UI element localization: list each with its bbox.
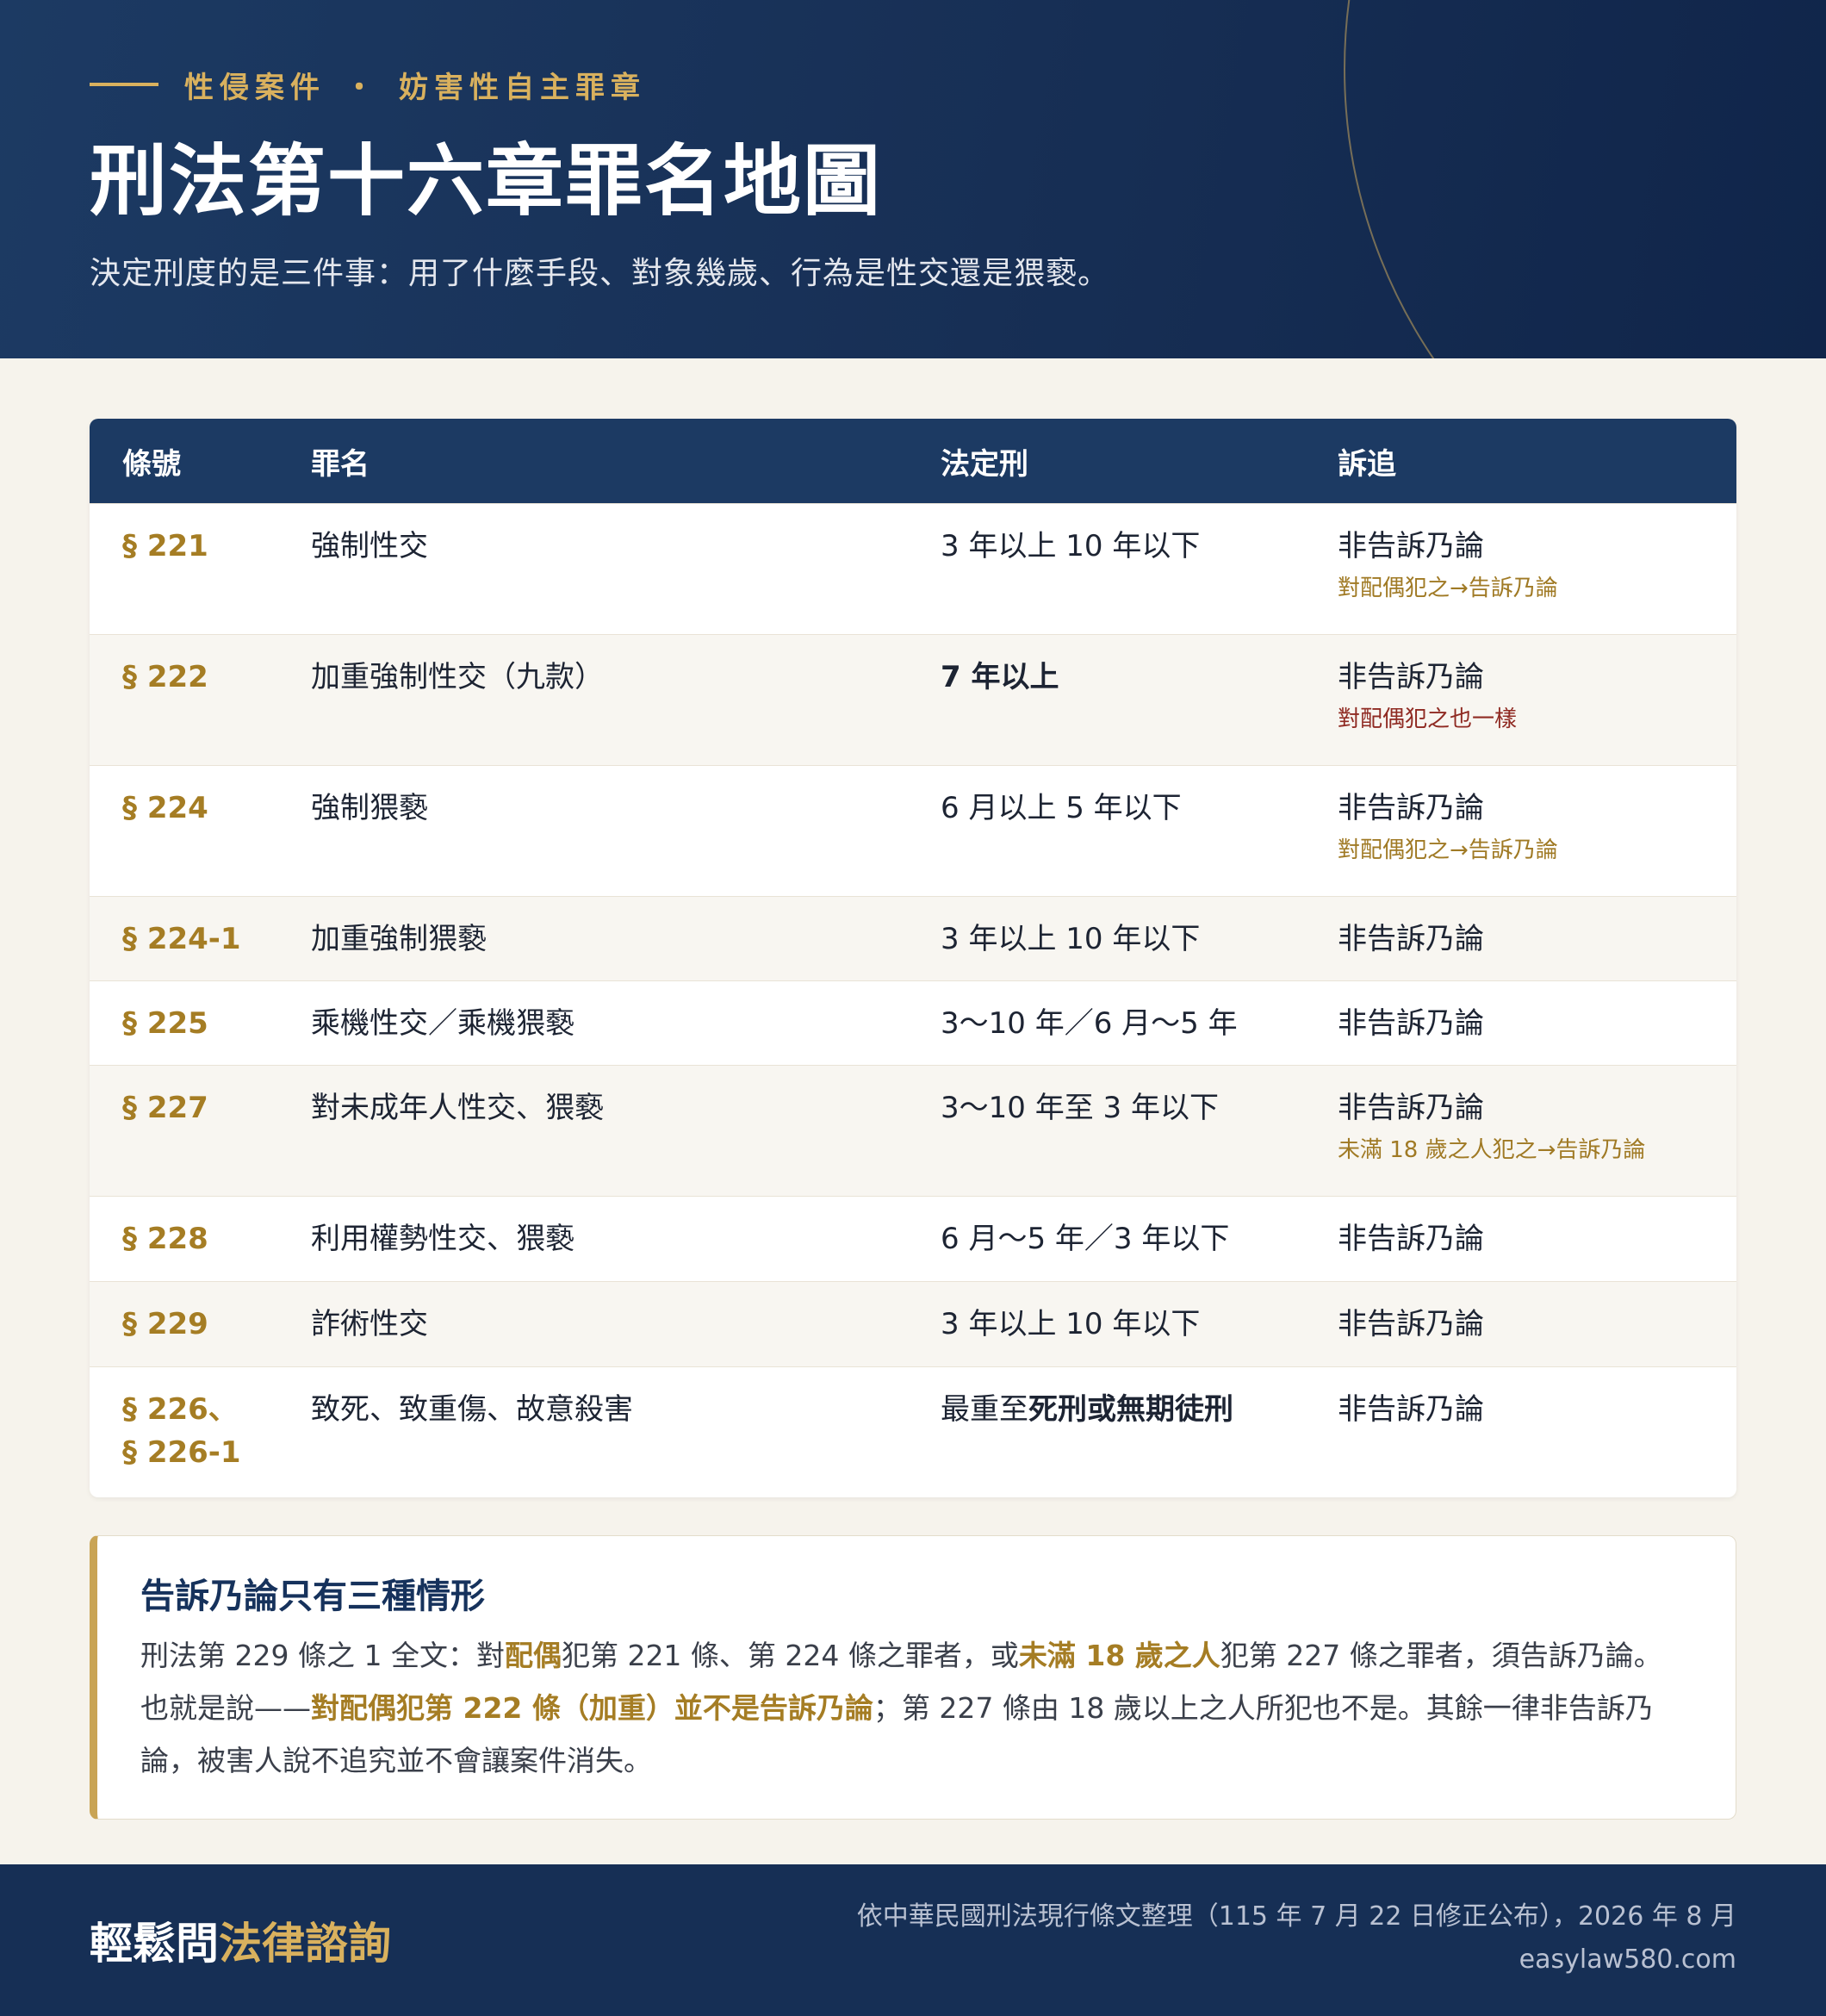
statutory-penalty: 最重至死刑或無期徒刑 xyxy=(941,1388,1233,1431)
brand-logo: 輕鬆問法律諮詢 xyxy=(90,1914,391,1973)
article-number: § 228 xyxy=(122,1222,208,1256)
table-row: § 226、 § 226-1 致死、致重傷、故意殺害 最重至死刑或無期徒刑 非告… xyxy=(90,1366,1736,1497)
eyebrow-rule xyxy=(90,83,158,86)
prosecution-note: 對配偶犯之也一樣 xyxy=(1338,706,1518,732)
table-header: 條號 罪名 法定刑 訴追 xyxy=(90,419,1736,503)
article-number: § 225 xyxy=(122,1006,208,1041)
callout-highlight: 對配偶犯第 222 條（加重）並不是告訴乃論 xyxy=(311,1691,873,1725)
page-subtitle: 決定刑度的是三件事：用了什麼手段、對象幾歲、行為是性交還是猥褻。 xyxy=(90,256,1110,291)
prosecution-type: 非告訴乃論 xyxy=(1338,922,1484,956)
penalty-prefix: 最重至 xyxy=(941,1392,1028,1427)
prosecution-note: 對配偶犯之→告訴乃論 xyxy=(1338,837,1558,863)
offense-name: 詐術性交 xyxy=(311,1307,428,1341)
penalty-max: 死刑或無期徒刑 xyxy=(1028,1392,1233,1427)
column-header-penalty: 法定刑 xyxy=(941,446,1028,482)
table-row: § 224-1 加重強制猥褻 3 年以上 10 年以下 非告訴乃論 xyxy=(90,896,1736,980)
offense-name: 對未成年人性交、猥褻 xyxy=(311,1091,604,1125)
table-row: § 224 強制猥褻 6 月以上 5 年以下 非告訴乃論 對配偶犯之→告訴乃論 xyxy=(90,765,1736,896)
offense-name: 致死、致重傷、故意殺害 xyxy=(311,1392,633,1427)
prosecution-type: 非告訴乃論 xyxy=(1338,1091,1484,1125)
offense-name: 強制性交 xyxy=(311,529,428,563)
prosecution-note: 對配偶犯之→告訴乃論 xyxy=(1338,576,1558,601)
prosecution-cell: 非告訴乃論 對配偶犯之也一樣 xyxy=(1338,656,1517,735)
callout-text: 犯第 221 條、第 224 條之罪者，或 xyxy=(561,1639,1019,1672)
prosecution-note: 未滿 18 歲之人犯之→告訴乃論 xyxy=(1338,1137,1646,1163)
table-row: § 222 加重強制性交（九款） 7 年以上 非告訴乃論 對配偶犯之也一樣 xyxy=(90,634,1736,765)
table-row: § 228 利用權勢性交、猥褻 6 月～5 年／3 年以下 非告訴乃論 xyxy=(90,1196,1736,1281)
offense-name: 加重強制性交（九款） xyxy=(311,660,604,694)
offense-name: 乘機性交／乘機猥褻 xyxy=(311,1006,575,1041)
statutory-penalty: 3 年以上 10 年以下 xyxy=(941,1307,1201,1341)
statutory-penalty: 3～10 年至 3 年以下 xyxy=(941,1091,1219,1125)
article-number: § 227 xyxy=(122,1091,208,1125)
article-number: § 224-1 xyxy=(122,922,241,956)
source-note: 依中華民國刑法現行條文整理（115 年 7 月 22 日修正公布），2026 年… xyxy=(856,1901,1736,1932)
prosecution-type: 非告訴乃論 xyxy=(1338,1006,1484,1041)
eyebrow-category: 性侵案件 xyxy=(184,70,326,105)
statutory-penalty: 7 年以上 xyxy=(941,660,1059,694)
footer: 輕鬆問法律諮詢 依中華民國刑法現行條文整理（115 年 7 月 22 日修正公布… xyxy=(0,1864,1826,2016)
callout-text: 刑法第 229 條之 1 全文：對 xyxy=(140,1639,505,1672)
article-number: § 226、 § 226-1 xyxy=(122,1388,241,1474)
table-row: § 225 乘機性交／乘機猥褻 3～10 年／6 月～5 年 非告訴乃論 xyxy=(90,980,1736,1065)
callout-body: 刑法第 229 條之 1 全文：對配偶犯第 221 條、第 224 條之罪者，或… xyxy=(140,1629,1682,1787)
prosecution-type: 非告訴乃論 xyxy=(1338,1307,1484,1341)
prosecution-type: 非告訴乃論 xyxy=(1338,1222,1484,1256)
column-header-article: 條號 xyxy=(122,446,181,482)
table-row: § 227 對未成年人性交、猥褻 3～10 年至 3 年以下 非告訴乃論 未滿 … xyxy=(90,1065,1736,1196)
article-number-line1: § 226、 xyxy=(122,1392,238,1427)
offense-name: 加重強制猥褻 xyxy=(311,922,487,956)
eyebrow-chapter: 妨害性自主罪章 xyxy=(399,70,646,105)
decorative-arc xyxy=(1344,0,1826,358)
offense-name: 利用權勢性交、猥褻 xyxy=(311,1222,575,1256)
eyebrow-separator: ・ xyxy=(345,70,380,105)
prosecution-type: 非告訴乃論 xyxy=(1338,1392,1484,1427)
eyebrow: 性侵案件 ・ 妨害性自主罪章 xyxy=(90,65,646,105)
statutory-penalty: 3 年以上 10 年以下 xyxy=(941,529,1201,563)
statutory-penalty: 6 月以上 5 年以下 xyxy=(941,791,1182,825)
article-number: § 221 xyxy=(122,529,208,563)
complaint-offense-callout: 告訴乃論只有三種情形 刑法第 229 條之 1 全文：對配偶犯第 221 條、第… xyxy=(90,1535,1736,1820)
page-title: 刑法第十六章罪名地圖 xyxy=(90,135,882,227)
table-row: § 229 詐術性交 3 年以上 10 年以下 非告訴乃論 xyxy=(90,1281,1736,1366)
prosecution-type: 非告訴乃論 xyxy=(1338,660,1484,694)
statutory-penalty: 3 年以上 10 年以下 xyxy=(941,922,1201,956)
article-number: § 229 xyxy=(122,1307,208,1341)
callout-text: 也就是說—— xyxy=(140,1691,311,1725)
prosecution-cell: 非告訴乃論 對配偶犯之→告訴乃論 xyxy=(1338,787,1558,866)
offense-name: 強制猥褻 xyxy=(311,791,428,825)
prosecution-cell: 非告訴乃論 未滿 18 歲之人犯之→告訴乃論 xyxy=(1338,1086,1645,1166)
callout-highlight: 配偶 xyxy=(504,1639,562,1672)
callout-highlight: 未滿 18 歲之人 xyxy=(1018,1639,1220,1672)
header-banner: 性侵案件 ・ 妨害性自主罪章 刑法第十六章罪名地圖 決定刑度的是三件事：用了什麼… xyxy=(0,0,1826,358)
prosecution-type: 非告訴乃論 xyxy=(1338,791,1484,825)
website-link[interactable]: easylaw580.com xyxy=(857,1938,1736,1982)
table-row: § 221 強制性交 3 年以上 10 年以下 非告訴乃論 對配偶犯之→告訴乃論 xyxy=(90,503,1736,634)
prosecution-cell: 非告訴乃論 對配偶犯之→告訴乃論 xyxy=(1338,525,1558,604)
column-header-prosecution: 訴追 xyxy=(1338,446,1396,482)
offense-table: 條號 罪名 法定刑 訴追 § 221 強制性交 3 年以上 10 年以下 非告訴… xyxy=(90,419,1736,1497)
statutory-penalty: 6 月～5 年／3 年以下 xyxy=(941,1222,1230,1256)
brand-name: 輕鬆問 xyxy=(90,1918,219,1969)
article-number: § 224 xyxy=(122,791,208,825)
statutory-penalty: 3～10 年／6 月～5 年 xyxy=(941,1006,1238,1041)
article-number: § 222 xyxy=(122,660,208,694)
article-number-line2: § 226-1 xyxy=(122,1435,241,1470)
column-header-offense: 罪名 xyxy=(311,446,370,482)
brand-service: 法律諮詢 xyxy=(219,1918,391,1969)
callout-text: 犯第 227 條之罪者，須告訴乃論。 xyxy=(1220,1639,1662,1672)
prosecution-type: 非告訴乃論 xyxy=(1338,529,1484,563)
callout-title: 告訴乃論只有三種情形 xyxy=(140,1577,485,1616)
footer-source: 依中華民國刑法現行條文整理（115 年 7 月 22 日修正公布），2026 年… xyxy=(857,1895,1736,1982)
